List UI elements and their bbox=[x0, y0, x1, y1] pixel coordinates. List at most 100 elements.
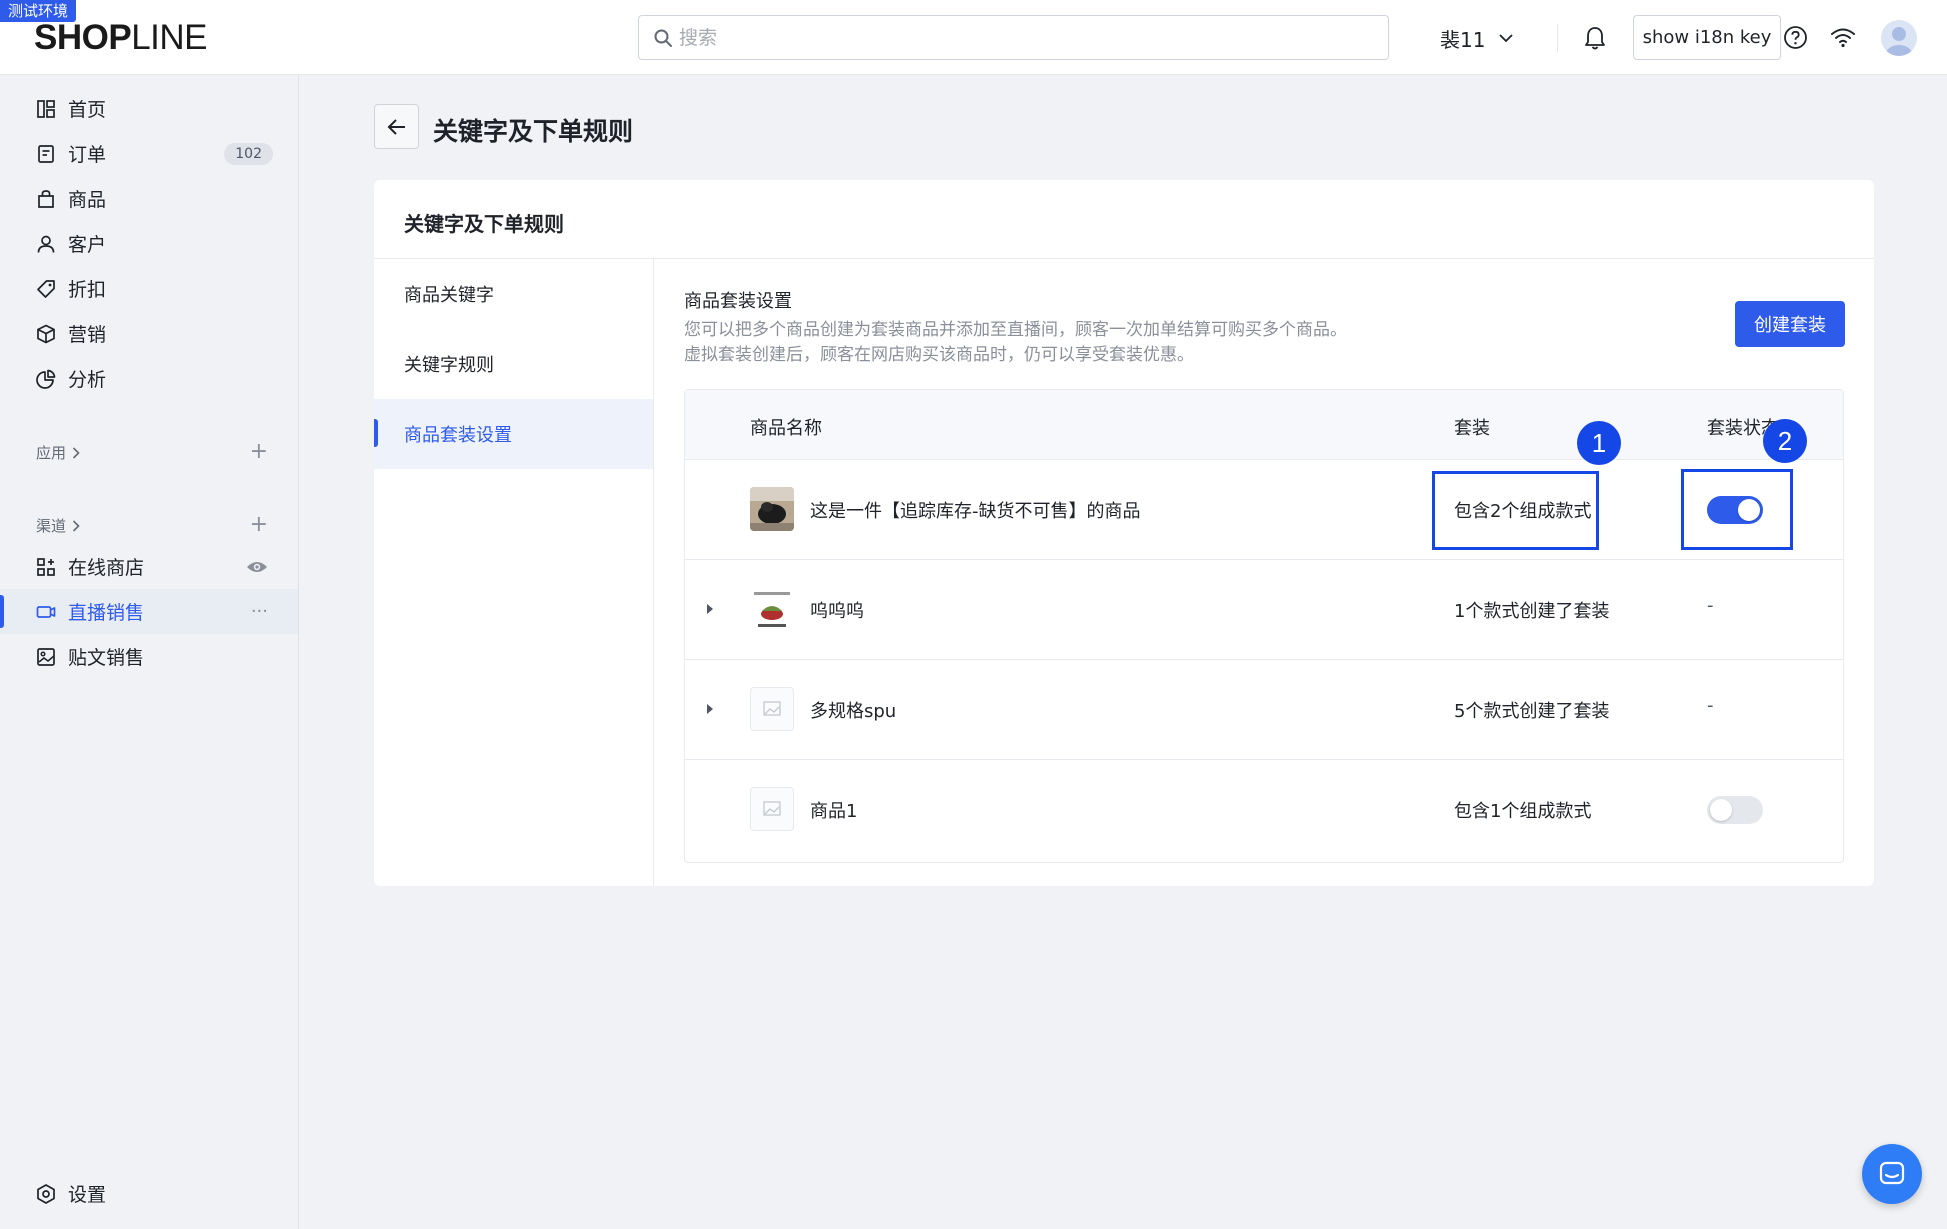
expand-caret-icon[interactable] bbox=[707, 604, 713, 614]
pie-icon bbox=[36, 369, 56, 389]
product-name[interactable]: 呜呜呜 bbox=[810, 597, 864, 623]
product-photo-icon bbox=[750, 487, 794, 531]
bell-icon[interactable] bbox=[1583, 25, 1607, 51]
bundle-info: 5个款式创建了套装 bbox=[1454, 701, 1610, 722]
arrow-left-icon bbox=[387, 119, 405, 135]
store-name: 裴11 bbox=[1440, 28, 1486, 52]
post-icon bbox=[37, 647, 55, 666]
table-row: 多规格spu 5个款式创建了套装 - bbox=[685, 660, 1843, 760]
chat-support-button[interactable] bbox=[1862, 1144, 1922, 1204]
card-title: 关键字及下单规则 bbox=[404, 212, 564, 236]
user-avatar[interactable] bbox=[1881, 20, 1917, 56]
chevron-right-icon bbox=[72, 519, 80, 532]
logo-bold-text: SHOP bbox=[34, 18, 132, 57]
apps-section-header[interactable]: 应用 bbox=[36, 442, 80, 463]
sidebar-item-customers[interactable]: 客户 bbox=[0, 221, 298, 266]
sidebar-item-analytics[interactable]: 分析 bbox=[0, 356, 298, 401]
page-title: 关键字及下单规则 bbox=[433, 117, 634, 146]
settings-card: 关键字及下单规则 商品关键字 关键字规则 商品套装设置 商品套装设置 您可以把多… bbox=[374, 180, 1874, 886]
sidebar-item-discounts[interactable]: 折扣 bbox=[0, 266, 298, 311]
product-thumbnail bbox=[750, 487, 794, 531]
tag-icon bbox=[37, 279, 55, 298]
create-bundle-button[interactable]: 创建套装 bbox=[1735, 301, 1845, 347]
image-placeholder-icon bbox=[763, 801, 781, 816]
expand-caret-icon[interactable] bbox=[707, 704, 713, 714]
sidebar-item-label: 分析 bbox=[68, 369, 107, 391]
add-channel-button[interactable]: + bbox=[250, 514, 268, 536]
sidebar-item-label: 直播销售 bbox=[68, 602, 145, 624]
column-header-bundle: 套装 bbox=[1454, 418, 1490, 439]
sidebar-item-home[interactable]: 首页 bbox=[0, 86, 298, 131]
store-selector[interactable]: 裴11 bbox=[1440, 24, 1514, 53]
table-row: 商品1 包含1个组成款式 bbox=[685, 760, 1843, 860]
product-name[interactable]: 商品1 bbox=[810, 797, 857, 823]
sidebar: 首页 订单 102 商品 客户 折扣 营销 分析 应用 + 渠道 + 在线商店 bbox=[0, 75, 299, 1229]
sidebar-item-label: 商品 bbox=[68, 189, 107, 211]
section-description-line-2: 虚拟套装创建后，顾客在网店购买该商品时，仍可以享受套装优惠。 bbox=[684, 345, 1194, 365]
chevron-right-icon bbox=[72, 446, 80, 459]
search-input[interactable] bbox=[679, 22, 1359, 54]
sidebar-item-orders[interactable]: 订单 102 bbox=[0, 131, 298, 176]
eye-icon[interactable] bbox=[246, 560, 268, 574]
table-row: 呜呜呜 1个款式创建了套装 - bbox=[685, 560, 1843, 660]
logo-light-text: LINE bbox=[131, 18, 208, 57]
sidebar-item-live-selling[interactable]: 直播销售 ··· bbox=[0, 589, 298, 634]
top-bar: SHOPLINE 测试环境 裴11 show i18n key bbox=[0, 0, 1947, 75]
subnav-product-keywords[interactable]: 商品关键字 bbox=[374, 259, 653, 329]
bag-icon bbox=[38, 189, 54, 208]
settings-icon bbox=[37, 1183, 55, 1204]
cube-icon bbox=[37, 324, 55, 343]
user-icon bbox=[37, 235, 55, 253]
sidebar-item-post-selling[interactable]: 贴文销售 bbox=[0, 634, 298, 679]
show-i18n-key-button[interactable]: show i18n key bbox=[1633, 15, 1781, 60]
product-name[interactable]: 多规格spu bbox=[810, 697, 896, 723]
search-box[interactable] bbox=[638, 15, 1389, 60]
subnav-keyword-rules[interactable]: 关键字规则 bbox=[374, 329, 653, 399]
shopline-logo[interactable]: SHOPLINE bbox=[34, 18, 208, 58]
product-name[interactable]: 这是一件【追踪库存-缺货不可售】的商品 bbox=[810, 497, 1141, 523]
annotation-box-1 bbox=[1432, 471, 1599, 550]
annotation-marker-2: 2 bbox=[1763, 419, 1807, 463]
sidebar-item-online-store[interactable]: 在线商店 bbox=[0, 544, 298, 589]
product-photo-icon bbox=[750, 587, 794, 631]
section-description-line-1: 您可以把多个商品创建为套装商品并添加至直播间，顾客一次加单结算可购买多个商品。 bbox=[684, 320, 1347, 340]
sidebar-item-label: 在线商店 bbox=[68, 557, 145, 579]
bundle-status-empty: - bbox=[1707, 595, 1714, 616]
sidebar-item-settings[interactable]: 设置 bbox=[0, 1171, 298, 1216]
product-thumbnail bbox=[750, 687, 794, 731]
layout-icon bbox=[37, 99, 55, 118]
sidebar-item-products[interactable]: 商品 bbox=[0, 176, 298, 221]
sidebar-item-label: 设置 bbox=[68, 1184, 107, 1206]
image-placeholder-icon bbox=[763, 701, 781, 716]
apps-label: 应用 bbox=[36, 444, 67, 462]
channels-label: 渠道 bbox=[36, 517, 67, 535]
settings-subnav: 商品关键字 关键字规则 商品套装设置 bbox=[374, 259, 654, 886]
sidebar-item-label: 折扣 bbox=[68, 279, 107, 301]
section-title: 商品套装设置 bbox=[684, 291, 792, 312]
live-icon bbox=[36, 605, 56, 618]
channels-section-header[interactable]: 渠道 bbox=[36, 515, 80, 536]
table-header: 商品名称 套装 套装状态 bbox=[685, 390, 1843, 460]
subnav-bundle-settings[interactable]: 商品套装设置 bbox=[374, 399, 653, 469]
sidebar-item-marketing[interactable]: 营销 bbox=[0, 311, 298, 356]
add-app-button[interactable]: + bbox=[250, 441, 268, 463]
bundle-info: 包含1个组成款式 bbox=[1454, 801, 1592, 822]
help-icon[interactable] bbox=[1783, 25, 1808, 50]
back-button[interactable] bbox=[374, 104, 419, 149]
wifi-icon[interactable] bbox=[1829, 26, 1857, 48]
toggle-knob bbox=[1710, 799, 1732, 821]
bundle-status-empty: - bbox=[1707, 695, 1714, 716]
avatar-icon bbox=[1886, 27, 1912, 56]
bundle-status-toggle[interactable] bbox=[1707, 796, 1763, 824]
header-divider bbox=[1557, 24, 1558, 52]
sidebar-item-label: 营销 bbox=[68, 324, 107, 346]
sidebar-item-label: 首页 bbox=[68, 99, 107, 121]
chat-icon bbox=[1879, 1161, 1905, 1185]
sidebar-item-label: 订单 bbox=[68, 144, 107, 166]
sidebar-item-label: 贴文销售 bbox=[68, 647, 145, 669]
more-options-icon[interactable]: ··· bbox=[251, 601, 268, 622]
order-icon bbox=[38, 144, 54, 163]
chevron-down-icon bbox=[1499, 34, 1514, 43]
bundle-info: 1个款式创建了套装 bbox=[1454, 601, 1610, 622]
product-thumbnail bbox=[750, 787, 794, 831]
